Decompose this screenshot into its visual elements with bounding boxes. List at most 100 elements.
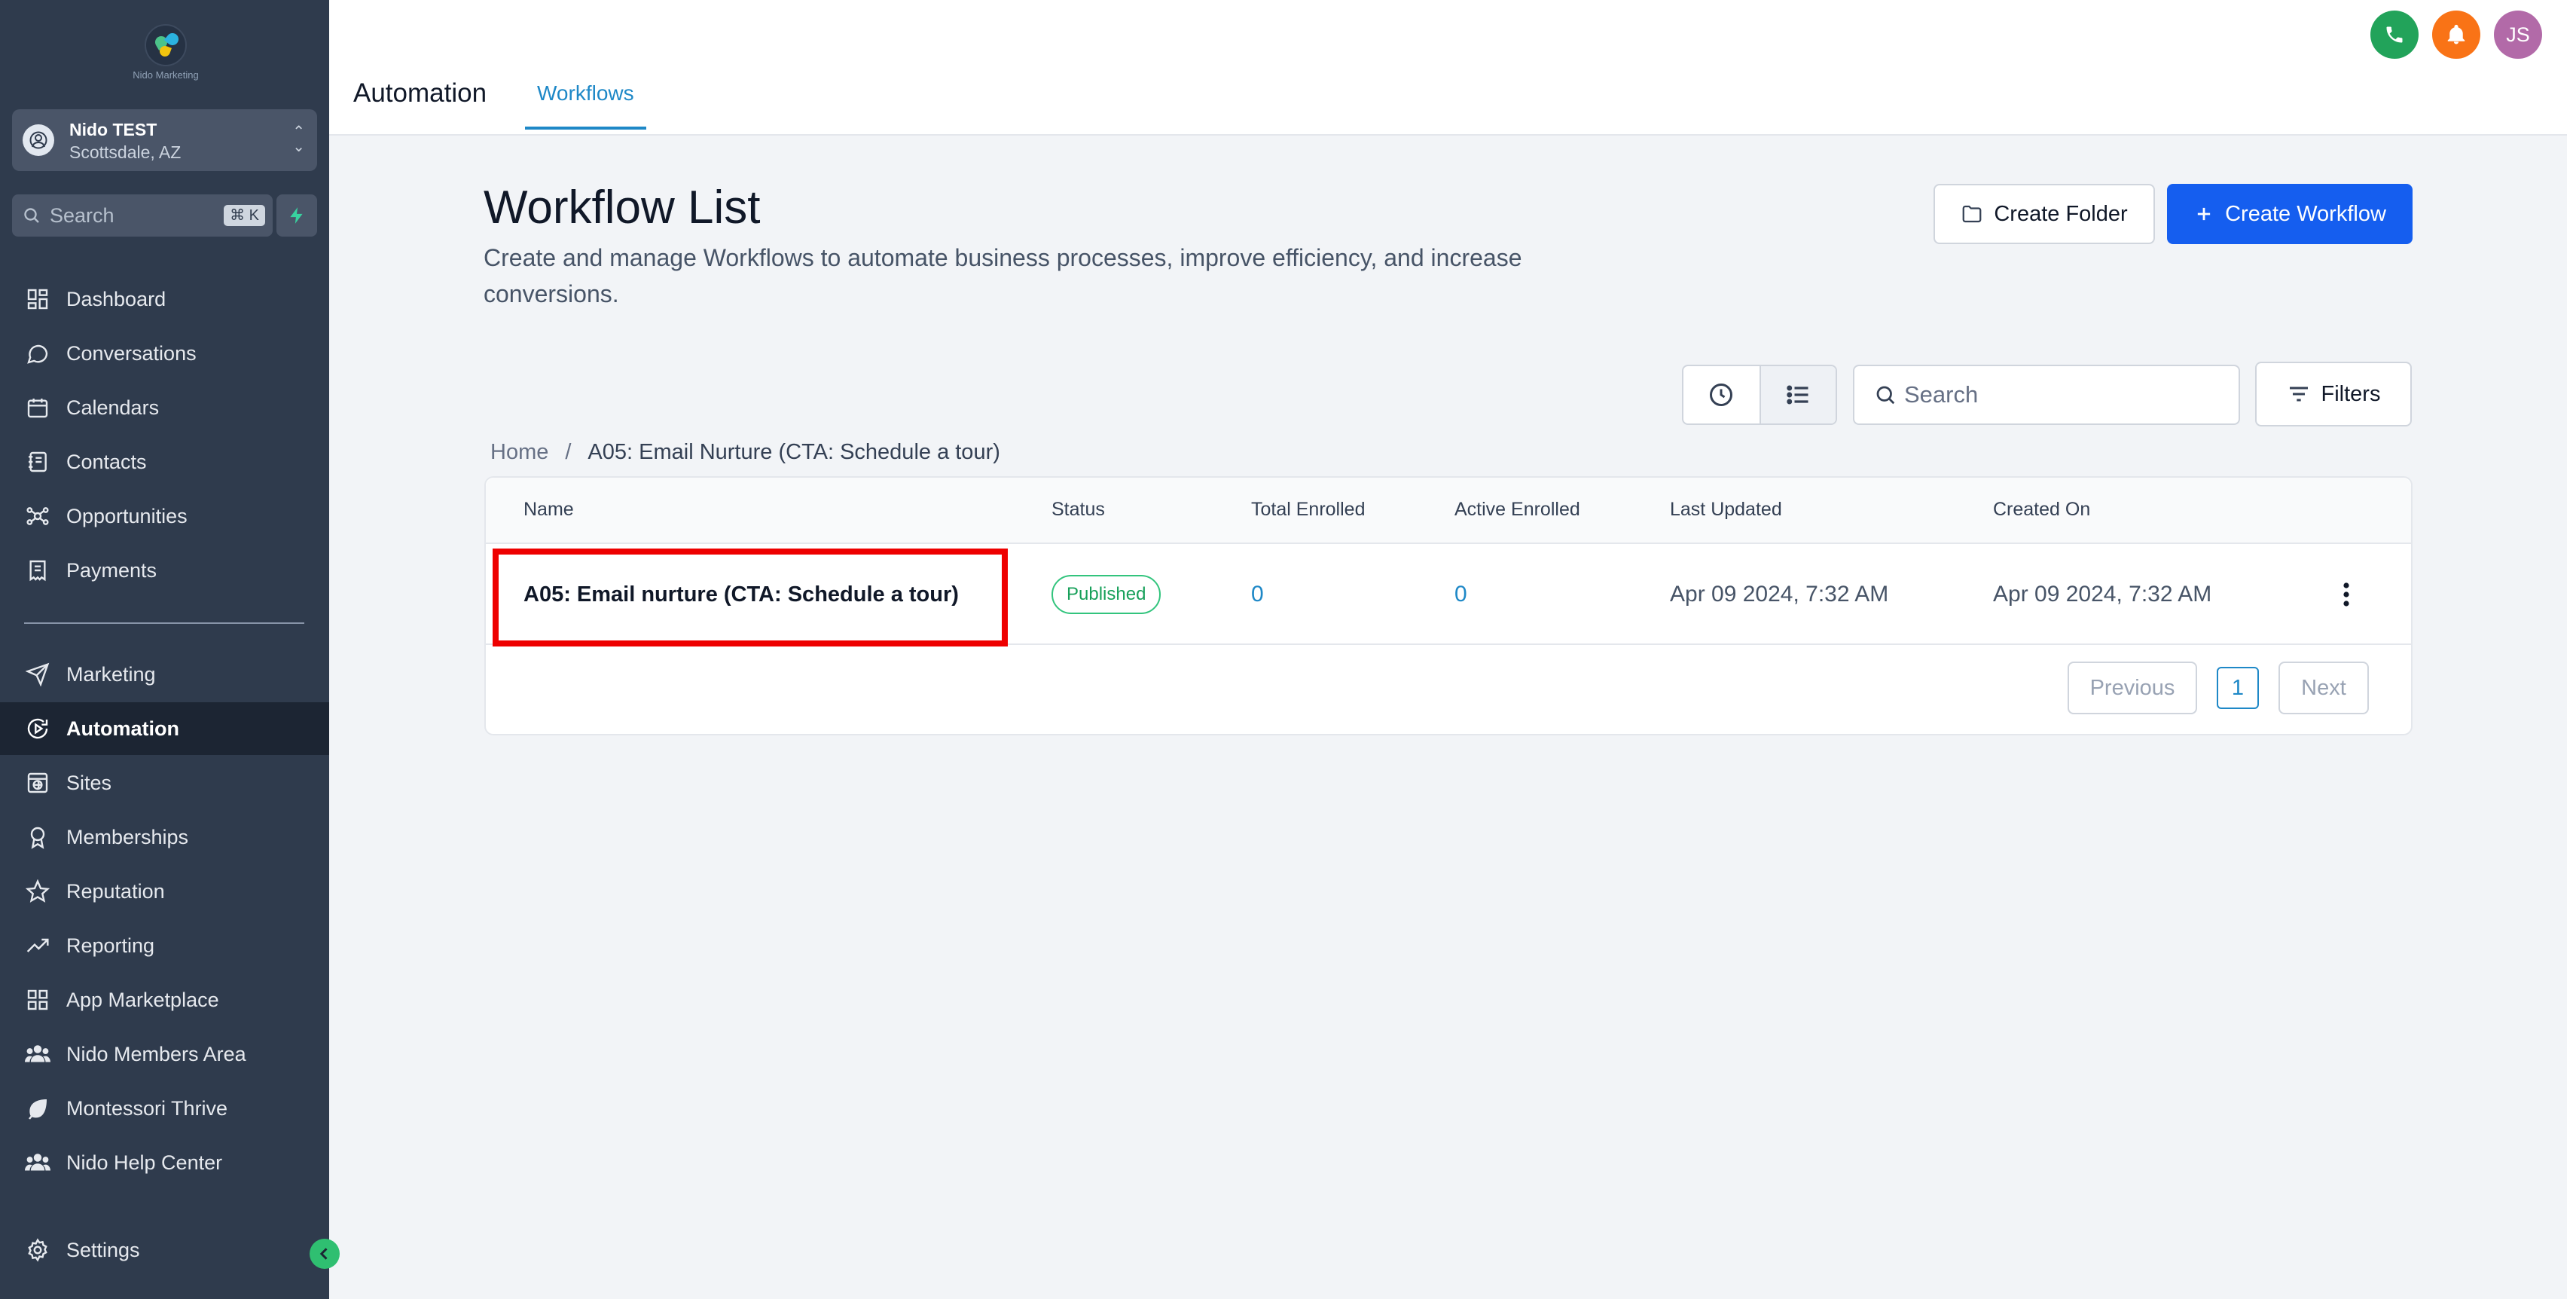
sidebar-item-app-marketplace[interactable]: App Marketplace: [0, 973, 329, 1026]
collapse-sidebar-button[interactable]: [310, 1239, 340, 1269]
sidebar-item-label: Sites: [66, 771, 112, 794]
sidebar-item-contacts[interactable]: Contacts: [0, 436, 329, 488]
sidebar-search[interactable]: Search ⌘ K: [12, 194, 273, 237]
column-header-status[interactable]: Status: [1051, 499, 1105, 521]
last-updated-value: Apr 09 2024, 7:32 AM: [1670, 582, 1889, 607]
create-folder-button[interactable]: Create Folder: [1934, 184, 2155, 244]
filters-label: Filters: [2321, 381, 2381, 406]
sidebar-divider: [24, 622, 304, 624]
page-title: Workflow List: [484, 182, 761, 234]
send-icon: [24, 661, 51, 688]
payments-icon: [24, 557, 51, 584]
sidebar-item-label: Montessori Thrive: [66, 1096, 228, 1120]
sidebar-item-settings[interactable]: Settings: [0, 1224, 329, 1276]
view-toggle: [1682, 365, 1837, 425]
workflow-search-input[interactable]: Search: [1853, 365, 2240, 425]
sidebar-item-label: Contacts: [66, 450, 147, 473]
workflow-table: Name Status Total Enrolled Active Enroll…: [484, 476, 2413, 735]
pagination-next-button[interactable]: Next: [2278, 662, 2369, 714]
search-placeholder: Search: [1904, 381, 1979, 408]
column-header-active-enrolled[interactable]: Active Enrolled: [1454, 499, 1580, 521]
sidebar-item-label: Reputation: [66, 879, 165, 903]
chevron-left-icon: [319, 1248, 328, 1260]
pagination-page-1[interactable]: 1: [2217, 667, 2259, 709]
contacts-icon: [24, 448, 51, 475]
search-icon: [23, 206, 41, 225]
sidebar-search-placeholder: Search: [50, 203, 114, 227]
create-folder-label: Create Folder: [1994, 201, 2128, 226]
sidebar-item-label: Memberships: [66, 825, 189, 848]
sidebar-item-payments[interactable]: Payments: [0, 544, 329, 597]
pagination-previous-button[interactable]: Previous: [2068, 662, 2197, 714]
bell-icon: [2447, 24, 2465, 44]
workflow-name-link[interactable]: A05: Email nurture (CTA: Schedule a tour…: [523, 544, 959, 645]
chevron-up-down-icon: ⌃ ⌄: [292, 124, 305, 155]
scrollbar-track[interactable]: [2567, 0, 2576, 1299]
grid-icon: [24, 986, 51, 1013]
calendar-icon: [24, 394, 51, 421]
sites-icon: [24, 769, 51, 796]
sidebar-item-nido-help-center[interactable]: Nido Help Center: [0, 1136, 329, 1189]
sidebar-item-opportunities[interactable]: Opportunities: [0, 490, 329, 543]
clock-icon: [1710, 384, 1733, 406]
top-bar: Automation Workflows JS: [329, 0, 2567, 136]
active-enrolled-value[interactable]: 0: [1454, 544, 1467, 645]
trend-icon: [24, 932, 51, 959]
quick-action-button[interactable]: [276, 194, 317, 237]
chat-icon: [24, 340, 51, 367]
sidebar-item-label: Conversations: [66, 341, 197, 365]
sidebar-item-label: Automation: [66, 717, 179, 740]
tab-workflows[interactable]: Workflows: [525, 81, 646, 130]
users-icon: [24, 1149, 51, 1176]
recent-view-button[interactable]: [1683, 366, 1760, 423]
breadcrumb: Home / A05: Email Nurture (CTA: Schedule a…: [490, 440, 1000, 465]
column-header-created-on[interactable]: Created On: [1993, 499, 2090, 521]
automation-icon: [24, 715, 51, 742]
filter-icon: [2287, 382, 2311, 406]
location-switcher[interactable]: Nido TEST Scottsdale, AZ ⌃ ⌄: [12, 109, 317, 171]
column-header-total-enrolled[interactable]: Total Enrolled: [1251, 499, 1365, 521]
row-actions-button[interactable]: [2331, 544, 2361, 645]
location-address: Scottsdale, AZ: [69, 142, 182, 162]
sidebar-item-marketing[interactable]: Marketing: [0, 648, 329, 701]
status-badge: Published: [1051, 575, 1161, 614]
breadcrumb-home[interactable]: Home: [490, 440, 548, 464]
sidebar-item-sites[interactable]: Sites: [0, 756, 329, 809]
sidebar-item-conversations[interactable]: Conversations: [0, 327, 329, 380]
sidebar-item-label: Reporting: [66, 934, 155, 957]
column-header-name[interactable]: Name: [523, 499, 574, 521]
table-row[interactable]: A05: Email nurture (CTA: Schedule a tour…: [486, 544, 2411, 645]
list-view-button[interactable]: [1759, 366, 1836, 423]
page-section-title: Automation: [353, 78, 487, 108]
filters-button[interactable]: Filters: [2255, 362, 2412, 426]
column-header-last-updated[interactable]: Last Updated: [1670, 499, 1782, 521]
more-vertical-icon: [2343, 582, 2349, 607]
sidebar-item-dashboard[interactable]: Dashboard: [0, 273, 329, 326]
sidebar-item-reporting[interactable]: Reporting: [0, 919, 329, 972]
create-workflow-button[interactable]: Create Workflow: [2167, 184, 2413, 244]
phone-button[interactable]: [2370, 11, 2419, 59]
status-cell: Published: [1051, 544, 1161, 645]
sidebar-item-reputation[interactable]: Reputation: [0, 865, 329, 918]
location-name: Nido TEST: [69, 120, 157, 139]
sidebar-item-memberships[interactable]: Memberships: [0, 811, 329, 863]
sidebar-item-label: App Marketplace: [66, 988, 219, 1011]
breadcrumb-current: A05: Email Nurture (CTA: Schedule a tour…: [588, 440, 1000, 464]
award-icon: [24, 824, 51, 851]
total-enrolled-value[interactable]: 0: [1251, 544, 1264, 645]
notifications-button[interactable]: [2432, 11, 2480, 59]
sidebar-item-label: Dashboard: [66, 287, 166, 310]
user-avatar[interactable]: JS: [2494, 11, 2542, 59]
sidebar-item-label: Calendars: [66, 396, 160, 419]
sidebar-item-calendars[interactable]: Calendars: [0, 381, 329, 434]
dashboard-icon: [24, 286, 51, 313]
sidebar-item-automation[interactable]: Automation: [0, 702, 329, 755]
brand-logo[interactable]: Nido Marketing: [133, 24, 199, 87]
sidebar-item-montessori-thrive[interactable]: Montessori Thrive: [0, 1082, 329, 1135]
create-workflow-label: Create Workflow: [2225, 201, 2386, 226]
lightning-icon: [290, 207, 303, 224]
created-on-value: Apr 09 2024, 7:32 AM: [1993, 582, 2212, 607]
search-icon: [1874, 384, 1897, 406]
sidebar-item-label: Nido Help Center: [66, 1151, 223, 1174]
sidebar-item-nido-members-area[interactable]: Nido Members Area: [0, 1028, 329, 1080]
